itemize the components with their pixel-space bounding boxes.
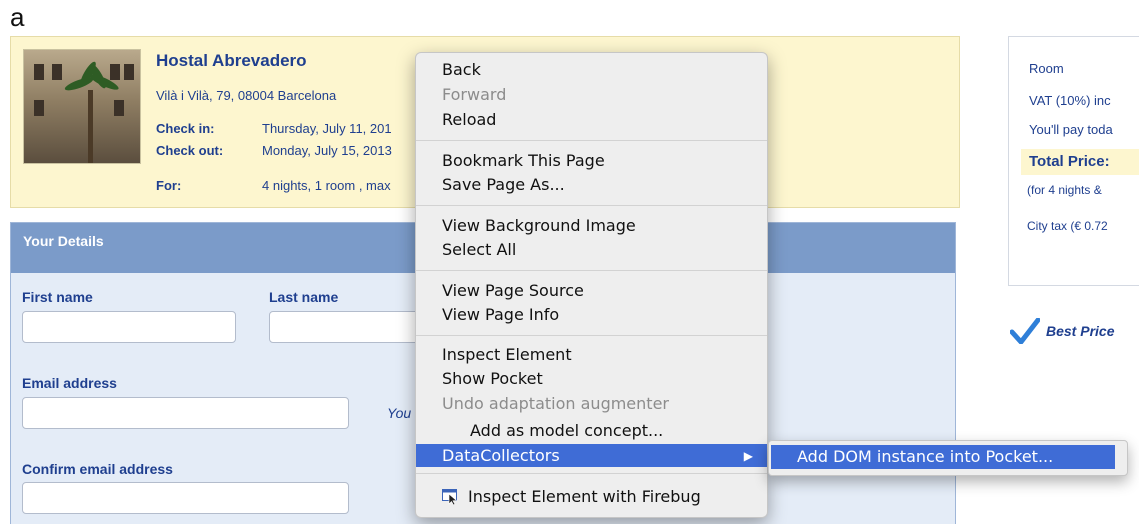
menu-item-view-info[interactable]: View Page Info — [416, 303, 767, 327]
check-out-value: Monday, July 15, 2013 — [262, 143, 392, 158]
menu-item-bookmark[interactable]: Bookmark This Page — [416, 149, 767, 173]
figure-label: a — [10, 2, 25, 32]
last-name-input[interactable] — [269, 311, 429, 343]
menu-separator — [416, 205, 767, 206]
hotel-photo — [23, 49, 141, 164]
city-tax: City tax (€ 0.72 — [1027, 219, 1108, 233]
first-name-input[interactable] — [22, 311, 236, 343]
menu-separator — [416, 270, 767, 271]
for-label: For: — [156, 178, 182, 193]
menu-item-save-page[interactable]: Save Page As... — [416, 173, 767, 197]
firebug-icon — [442, 489, 458, 505]
menu-item-datacollectors-label: DataCollectors — [442, 446, 560, 465]
room-label: Room — [1029, 61, 1064, 76]
menu-separator — [416, 140, 767, 141]
menu-separator — [416, 335, 767, 336]
price-panel: Room VAT (10%) inc You'll pay toda Total… — [1008, 36, 1139, 286]
first-name-label: First name — [22, 289, 93, 305]
menu-item-inspect-firebug-label: Inspect Element with Firebug — [468, 487, 701, 506]
check-out-label: Check out: — [156, 143, 224, 158]
email-note: You — [387, 405, 412, 421]
email-input[interactable] — [22, 397, 349, 429]
best-price-badge: Best Price — [1010, 318, 1114, 344]
pay-today-label: You'll pay toda — [1029, 122, 1113, 137]
datacollectors-submenu: Add DOM instance into Pocket... — [768, 440, 1128, 476]
nights-note: (for 4 nights & — [1027, 183, 1102, 197]
menu-item-back[interactable]: Back — [416, 58, 767, 82]
menu-item-forward: Forward — [442, 85, 507, 104]
hotel-address: Vilà i Vilà, 79, 08004 Barcelona — [156, 88, 337, 103]
check-in-label: Check in: — [156, 121, 215, 136]
total-price-label: Total Price: — [1021, 149, 1139, 175]
submenu-item-add-dom-instance[interactable]: Add DOM instance into Pocket... — [771, 445, 1115, 469]
menu-separator — [416, 473, 767, 474]
menu-item-view-source[interactable]: View Page Source — [416, 279, 767, 303]
menu-item-add-model-concept[interactable]: Add as model concept... — [416, 419, 767, 443]
confirm-email-label: Confirm email address — [22, 461, 173, 477]
check-in-value: Thursday, July 11, 201 — [262, 121, 392, 136]
for-value: 4 nights, 1 room , max — [262, 178, 391, 193]
confirm-email-input[interactable] — [22, 482, 349, 514]
context-menu: Back Forward Reload Bookmark This Page S… — [415, 52, 768, 518]
menu-item-show-pocket[interactable]: Show Pocket — [416, 367, 767, 391]
menu-item-datacollectors[interactable]: DataCollectors ▶ — [416, 444, 767, 467]
check-mark-icon — [1010, 318, 1040, 344]
hotel-name-link[interactable]: Hostal Abrevadero — [156, 51, 307, 71]
vat-label: VAT (10%) inc — [1029, 93, 1111, 108]
email-label: Email address — [22, 375, 117, 391]
menu-item-inspect-element[interactable]: Inspect Element — [416, 343, 767, 367]
best-price-label: Best Price — [1046, 323, 1115, 339]
menu-item-inspect-firebug[interactable]: Inspect Element with Firebug — [416, 485, 767, 509]
menu-item-view-background[interactable]: View Background Image — [416, 214, 767, 238]
submenu-arrow-icon: ▶ — [743, 449, 753, 463]
menu-item-undo-adaptation: Undo adaptation augmenter — [442, 394, 669, 413]
menu-item-select-all[interactable]: Select All — [416, 238, 767, 262]
last-name-label: Last name — [269, 289, 339, 305]
menu-item-reload[interactable]: Reload — [416, 108, 767, 132]
